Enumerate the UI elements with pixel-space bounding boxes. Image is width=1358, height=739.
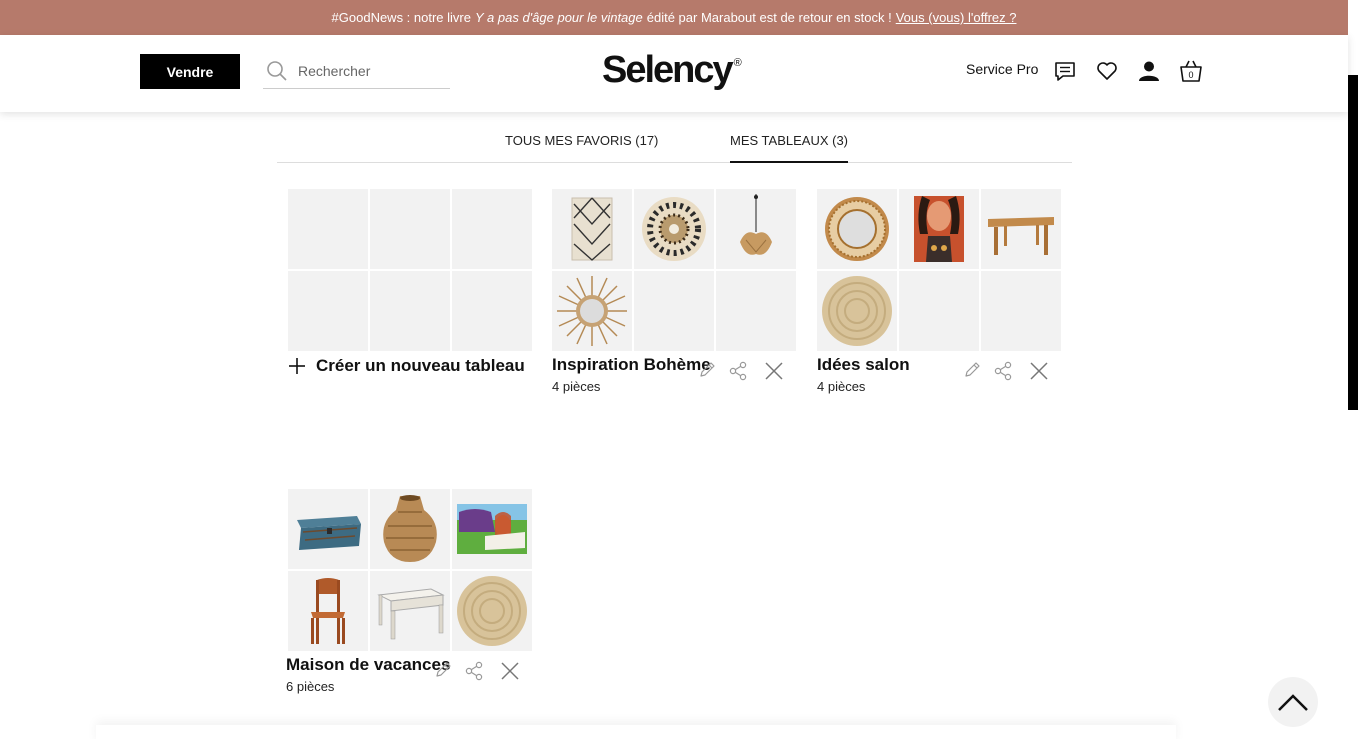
jute-round-rug-thumbnail[interactable]	[817, 271, 897, 351]
logo-registered-mark: ®	[733, 57, 742, 69]
empty-cell	[981, 271, 1061, 351]
delete-close-icon[interactable]	[1029, 361, 1049, 381]
logo-text: Selency	[602, 49, 734, 91]
empty-cell	[716, 271, 796, 351]
favorites-tabs: TOUS MES FAVORIS (17) MES TABLEAUX (3)	[277, 128, 1072, 163]
delete-close-icon[interactable]	[500, 661, 520, 681]
create-board-label: Créer un nouveau tableau	[316, 356, 525, 375]
white-wooden-desk-thumbnail[interactable]	[370, 571, 450, 651]
juju-hat-thumbnail[interactable]	[634, 189, 714, 269]
board-card[interactable]: Inspiration Bohème 4 pièces	[552, 189, 797, 394]
edit-pencil-icon[interactable]	[698, 361, 716, 379]
site-header: Vendre Selency® Service Pro 0	[0, 35, 1348, 112]
empty-cell	[899, 271, 979, 351]
empty-board-grid	[288, 189, 532, 352]
berber-rug-thumbnail[interactable]	[552, 189, 632, 269]
cart-count: 0	[1188, 70, 1193, 80]
cart-icon[interactable]: 0	[1178, 58, 1204, 84]
empty-cell	[370, 189, 450, 269]
wicker-vase-thumbnail[interactable]	[370, 489, 450, 569]
plus-icon	[289, 358, 305, 374]
footer-edge	[96, 725, 1176, 739]
rattan-round-mirror-thumbnail[interactable]	[817, 189, 897, 269]
tab-my-boards[interactable]: MES TABLEAUX (3)	[730, 133, 848, 163]
share-icon[interactable]	[728, 361, 748, 381]
empty-cell	[634, 271, 714, 351]
woman-car-painting-thumbnail[interactable]	[452, 489, 532, 569]
search-input[interactable]	[298, 63, 438, 79]
board-title[interactable]: Idées salon	[817, 355, 910, 375]
cat-portrait-painting-thumbnail[interactable]	[899, 189, 979, 269]
edit-pencil-icon[interactable]	[434, 661, 452, 679]
board-actions	[434, 661, 524, 681]
share-icon[interactable]	[464, 661, 484, 681]
user-icon[interactable]	[1136, 58, 1162, 84]
board-card[interactable]: Idées salon 4 pièces	[817, 189, 1062, 394]
share-icon[interactable]	[993, 361, 1013, 381]
board-item-count: 4 pièces	[552, 379, 601, 394]
banner-suffix: édité par Marabout est de retour en stoc…	[646, 10, 892, 25]
create-board-button[interactable]: Créer un nouveau tableau	[288, 356, 525, 376]
board-thumbnail-grid[interactable]	[288, 489, 532, 652]
selency-logo[interactable]: Selency ®	[602, 49, 742, 92]
create-board-card[interactable]	[288, 189, 533, 352]
empty-cell	[452, 189, 532, 269]
bistro-chair-thumbnail[interactable]	[288, 571, 368, 651]
banner-prefix: #GoodNews : notre livre	[331, 10, 471, 25]
board-actions	[963, 361, 1053, 381]
tab-all-favorites[interactable]: TOUS MES FAVORIS (17)	[505, 133, 658, 163]
sunburst-mirror-thumbnail[interactable]	[552, 271, 632, 351]
sell-button[interactable]: Vendre	[140, 54, 240, 89]
board-thumbnail-grid[interactable]	[552, 189, 796, 352]
jute-round-rug-thumbnail[interactable]	[452, 571, 532, 651]
heart-icon[interactable]	[1094, 58, 1120, 84]
banner-offer-link[interactable]: Vous (vous) l'offrez ?	[896, 10, 1017, 25]
empty-cell	[452, 271, 532, 351]
banner-book-title: Y a pas d'âge pour le vintage	[474, 10, 643, 25]
empty-cell	[288, 271, 368, 351]
board-card[interactable]: Maison de vacances 6 pièces	[286, 489, 533, 694]
promo-banner: #GoodNews : notre livre Y a pas d'âge po…	[0, 0, 1348, 35]
board-actions	[698, 361, 788, 381]
chevron-up-icon	[1278, 694, 1308, 711]
edit-pencil-icon[interactable]	[963, 361, 981, 379]
messages-icon[interactable]	[1052, 58, 1078, 84]
delete-close-icon[interactable]	[764, 361, 784, 381]
board-thumbnail-grid[interactable]	[817, 189, 1061, 352]
blue-wooden-chest-thumbnail[interactable]	[288, 489, 368, 569]
service-pro-link[interactable]: Service Pro	[966, 61, 1038, 77]
search-icon	[267, 61, 287, 81]
search-bar[interactable]	[263, 54, 450, 89]
back-to-top-button[interactable]	[1268, 677, 1318, 727]
board-item-count: 6 pièces	[286, 679, 335, 694]
board-title[interactable]: Inspiration Bohème	[552, 355, 711, 375]
wooden-bench-thumbnail[interactable]	[981, 189, 1061, 269]
empty-cell	[288, 189, 368, 269]
rattan-pendant-lamp-thumbnail[interactable]	[716, 189, 796, 269]
board-title[interactable]: Maison de vacances	[286, 655, 450, 675]
board-item-count: 4 pièces	[817, 379, 866, 394]
empty-cell	[370, 271, 450, 351]
scrollbar-thumb[interactable]	[1348, 75, 1358, 410]
